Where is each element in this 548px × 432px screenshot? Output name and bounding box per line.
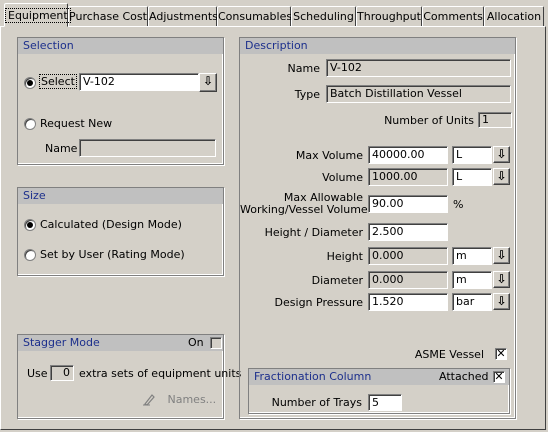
tab-strip: Equipment Purchase Cost Adjustments Cons… (0, 0, 548, 27)
request-name-field[interactable] (79, 139, 216, 157)
dropdown-arrow-icon: ⇩ (496, 248, 507, 262)
description-header: Description (240, 38, 515, 54)
stagger-on-checkbox[interactable] (210, 337, 222, 349)
size-header: Size (18, 188, 223, 204)
dropdown-arrow-icon: ⇩ (496, 272, 507, 286)
request-new-label: Request New (40, 117, 113, 130)
names-button[interactable]: Names... (142, 392, 216, 409)
height-field: 0.000 (368, 247, 448, 265)
dropdown-arrow-icon: ⇩ (496, 147, 507, 161)
pressure-label: Design Pressure (274, 296, 363, 309)
height-unit-field[interactable]: m (452, 247, 492, 265)
diameter-field: 0.000 (368, 271, 448, 289)
tab-adjustments[interactable]: Adjustments (148, 6, 218, 26)
height-label: Height (326, 250, 363, 263)
desc-name-field: V-102 (326, 59, 511, 77)
tab-consumables[interactable]: Consumables (217, 6, 292, 26)
equipment-select-field[interactable]: V-102 (79, 73, 199, 91)
dropdown-arrow-icon: ⇩ (202, 74, 214, 88)
names-label: Names... (167, 393, 217, 406)
diameter-label: Diameter (311, 274, 363, 287)
volume-field: 1000.00 (368, 168, 448, 186)
desc-type-label: Type (294, 88, 320, 101)
pressure-field[interactable]: 1.520 (368, 293, 448, 311)
set-by-user-radio[interactable] (24, 249, 36, 261)
equipment-dropdown-button[interactable]: ⇩ (199, 73, 217, 92)
units-field: 1 (478, 112, 512, 128)
volume-unit-dropdown[interactable]: ⇩ (493, 168, 510, 185)
description-group: Description Name V-102 Type Batch Distil… (239, 37, 516, 419)
height-unit-dropdown[interactable]: ⇩ (493, 247, 510, 264)
stagger-on-label: On (188, 336, 204, 349)
max-allowable-label: Max Allowable Working/Vessel Volume (240, 191, 368, 216)
dropdown-arrow-icon: ⇩ (496, 169, 507, 183)
set-by-user-label: Set by User (Rating Mode) (40, 248, 185, 261)
max-volume-unit-field[interactable]: L (452, 146, 492, 164)
select-radio[interactable] (24, 77, 36, 89)
tab-allocation[interactable]: Allocation (484, 6, 544, 26)
asme-label: ASME Vessel (414, 348, 484, 361)
max-volume-field[interactable]: 40000.00 (368, 146, 448, 164)
tab-equipment[interactable]: Equipment (4, 3, 71, 27)
tab-comments[interactable]: Comments (422, 6, 484, 26)
diameter-unit-field[interactable]: m (452, 271, 492, 289)
use-label: Use (27, 367, 48, 380)
stagger-group: Stagger Mode On Use 0 extra sets of equi… (17, 334, 241, 419)
pressure-unit-dropdown[interactable]: ⇩ (493, 293, 510, 310)
size-group: Size Calculated (Design Mode) Set by Use… (17, 187, 224, 276)
diameter-unit-dropdown[interactable]: ⇩ (493, 271, 510, 288)
max-allowable-field[interactable]: 90.00 (368, 195, 448, 213)
tab-throughput[interactable]: Throughput (356, 6, 422, 26)
calculated-label: Calculated (Design Mode) (40, 218, 182, 231)
extra-sets-field[interactable]: 0 (50, 365, 74, 381)
desc-type-field: Batch Distillation Vessel (326, 85, 511, 103)
hd-label: Height / Diameter (264, 226, 363, 239)
desc-name-label: Name (287, 62, 320, 75)
select-label: Select (39, 74, 77, 89)
fractionation-group: Fractionation Column Attached ✕ Number o… (248, 368, 510, 414)
percent-unit-label: % (453, 198, 464, 211)
max-volume-unit-dropdown[interactable]: ⇩ (493, 146, 510, 163)
volume-label: Volume (322, 171, 363, 184)
pen-icon (142, 394, 162, 409)
tab-purchase-cost[interactable]: Purchase Cost (68, 6, 148, 26)
asme-checkbox[interactable]: ✕ (495, 348, 507, 360)
selection-group: Selection Select V-102 ⇩ Request New Nam… (17, 37, 224, 165)
calculated-radio[interactable] (24, 219, 36, 231)
units-label: Number of Units (384, 114, 474, 127)
volume-unit-field[interactable]: L (452, 168, 492, 186)
dropdown-arrow-icon: ⇩ (496, 294, 507, 308)
request-new-radio[interactable] (24, 118, 36, 130)
trays-label: Number of Trays (271, 396, 362, 409)
selection-header: Selection (18, 38, 223, 54)
tab-scheduling[interactable]: Scheduling (291, 6, 356, 26)
attached-label: Attached (439, 370, 489, 383)
max-volume-label: Max Volume (295, 149, 363, 162)
request-name-label: Name (45, 142, 78, 155)
attached-checkbox[interactable]: ✕ (493, 371, 505, 383)
extra-sets-label: extra sets of equipment units (79, 367, 242, 380)
trays-field[interactable]: 5 (368, 394, 402, 411)
hd-field[interactable]: 2.500 (368, 223, 448, 241)
pressure-unit-field[interactable]: bar (452, 293, 492, 311)
